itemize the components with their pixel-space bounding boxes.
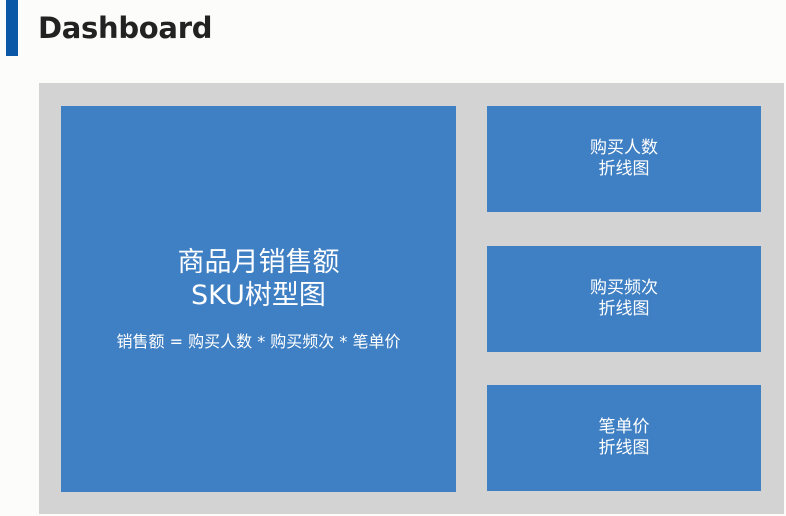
dashboard-layout-canvas: 商品月销售额 SKU树型图 销售额 = 购买人数 * 购买频次 * 笔单价 购买… [39, 83, 784, 514]
unit-price-title-line1: 笔单价 [598, 417, 650, 437]
buyer-count-title-line1: 购买人数 [590, 138, 658, 158]
unit-price-title-line2: 折线图 [598, 438, 650, 458]
purchase-frequency-line-chart-tile: 购买频次 折线图 [487, 246, 761, 352]
purchase-frequency-title-line2: 折线图 [598, 299, 650, 319]
purchase-frequency-title-line1: 购买频次 [590, 278, 658, 298]
buyer-count-line-chart-tile: 购买人数 折线图 [487, 106, 761, 212]
sales-formula: 销售额 = 购买人数 * 购买频次 * 笔单价 [116, 332, 401, 351]
unit-price-line-chart-tile: 笔单价 折线图 [487, 385, 761, 491]
page-title: Dashboard [38, 11, 213, 45]
buyer-count-title-line2: 折线图 [598, 159, 650, 179]
sku-treemap-title-line2: SKU树型图 [191, 280, 326, 311]
sku-treemap-tile: 商品月销售额 SKU树型图 销售额 = 购买人数 * 购买频次 * 笔单价 [61, 106, 456, 492]
title-accent-bar [6, 0, 18, 56]
sku-treemap-title-line1: 商品月销售额 [177, 247, 340, 278]
